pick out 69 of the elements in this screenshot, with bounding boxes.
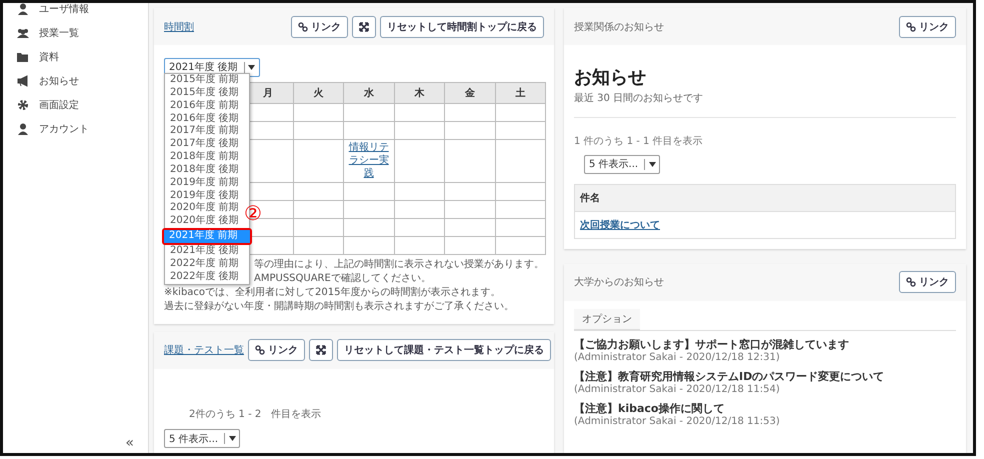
- sidebar-item[interactable]: 授業一覧: [3, 21, 148, 45]
- folder-icon: [17, 51, 29, 63]
- notice-title[interactable]: 【注意】教育研究用情報システムIDのパスワード変更について: [574, 368, 956, 384]
- caret-icon: [248, 64, 256, 70]
- sidebar-item[interactable]: アカウント: [3, 117, 148, 141]
- item-count: 1 件のうち 1 - 1 件目を表示: [574, 134, 704, 148]
- link-icon: [906, 277, 916, 287]
- term-option[interactable]: 2022年度 後期: [165, 270, 249, 284]
- panel-title: 授業関係のお知らせ: [574, 20, 664, 34]
- link-button[interactable]: リンク: [899, 271, 956, 293]
- section-heading: お知らせ: [574, 66, 647, 89]
- expand-button[interactable]: [309, 339, 333, 361]
- term-option[interactable]: 2019年度 後期: [165, 190, 249, 202]
- sidebar-item[interactable]: 資料: [3, 45, 148, 69]
- note-text: 過去に登録がない年度・開講時期の時間割も表示されますがご了承ください。: [164, 300, 515, 314]
- annotation-marker: ②: [244, 203, 262, 223]
- page-size-select[interactable]: 5 件表示...: [584, 154, 660, 174]
- sidebar-item[interactable]: お知らせ: [3, 69, 148, 93]
- note-text: 等の理由により、上記の時間割に表示されない授業があります。: [254, 258, 544, 272]
- term-option[interactable]: 2018年度 後期: [165, 164, 249, 177]
- link-button[interactable]: リンク: [899, 16, 956, 38]
- reset-button[interactable]: リセットして課題・テスト一覧トップに戻る: [337, 339, 551, 361]
- group-icon: [17, 27, 29, 39]
- user-icon: [17, 3, 29, 15]
- term-option[interactable]: 2019年度 前期: [165, 176, 249, 190]
- link-icon: [255, 345, 265, 355]
- expand-icon: [316, 345, 326, 355]
- term-option[interactable]: 2018年度 前期: [165, 151, 249, 164]
- link-icon: [906, 22, 916, 32]
- day-header: 水: [344, 82, 394, 103]
- caret-icon: [648, 162, 656, 166]
- collapse-button[interactable]: «: [121, 435, 138, 451]
- note-text: AMPUSSQUAREで確認してください。: [254, 272, 432, 286]
- link-button[interactable]: リンク: [248, 339, 305, 361]
- sidebar-item[interactable]: 画面設定: [3, 93, 148, 117]
- notice-title[interactable]: 【注意】kibaco操作に関して: [574, 400, 956, 416]
- expand-button[interactable]: [352, 16, 376, 38]
- notice-meta: (Administrator Sakai - 2020/12/18 12:31): [574, 352, 781, 362]
- link-icon: [298, 22, 308, 32]
- panel-title: 大学からのお知らせ: [574, 276, 664, 289]
- caret-icon: [228, 436, 236, 441]
- term-option[interactable]: 2017年度 前期: [165, 125, 249, 138]
- section-subtitle: 最近 30 日間のお知らせです: [574, 91, 956, 118]
- reset-button[interactable]: リセットして時間割トップに戻る: [380, 16, 544, 38]
- column-header: 件名: [575, 184, 955, 212]
- page-size-select[interactable]: 5 件表示...: [164, 429, 240, 448]
- panel-title-link[interactable]: 課題・テスト一覧: [164, 343, 244, 357]
- notice-meta: (Administrator Sakai - 2020/12/18 11:54): [574, 384, 781, 394]
- term-option[interactable]: 2017年度 後期: [165, 138, 249, 152]
- item-count: 2件のうち 1 - 2 件目を表示: [189, 408, 322, 420]
- megaphone-icon: [17, 75, 29, 87]
- sidebar-item[interactable]: ユーザ情報: [3, 3, 148, 21]
- day-header: 木: [394, 82, 444, 103]
- panel-title-link[interactable]: 時間割: [164, 20, 194, 34]
- note-text: ※kibacoでは、全利用者に対して2015年度からの時間割が表示されます。: [164, 286, 502, 300]
- options-tab[interactable]: オプション: [574, 308, 640, 330]
- notice-title[interactable]: 【ご協力お願いします】サポート窓口が混雑しています: [574, 336, 956, 352]
- term-option[interactable]: 2016年度 後期: [165, 112, 249, 126]
- expand-icon: [359, 22, 369, 32]
- gear-icon: [17, 99, 29, 111]
- user-icon: [17, 123, 29, 135]
- link-button[interactable]: リンク: [291, 16, 348, 38]
- notice-link[interactable]: 次回授業について: [575, 212, 955, 238]
- day-header: 火: [293, 82, 344, 103]
- day-header: 金: [444, 82, 495, 103]
- notice-meta: (Administrator Sakai - 2020/12/18 11:53): [574, 416, 781, 426]
- term-option[interactable]: 2022年度 前期: [165, 258, 249, 271]
- term-option[interactable]: 2021年度 後期: [165, 244, 249, 258]
- day-header: 土: [495, 82, 546, 103]
